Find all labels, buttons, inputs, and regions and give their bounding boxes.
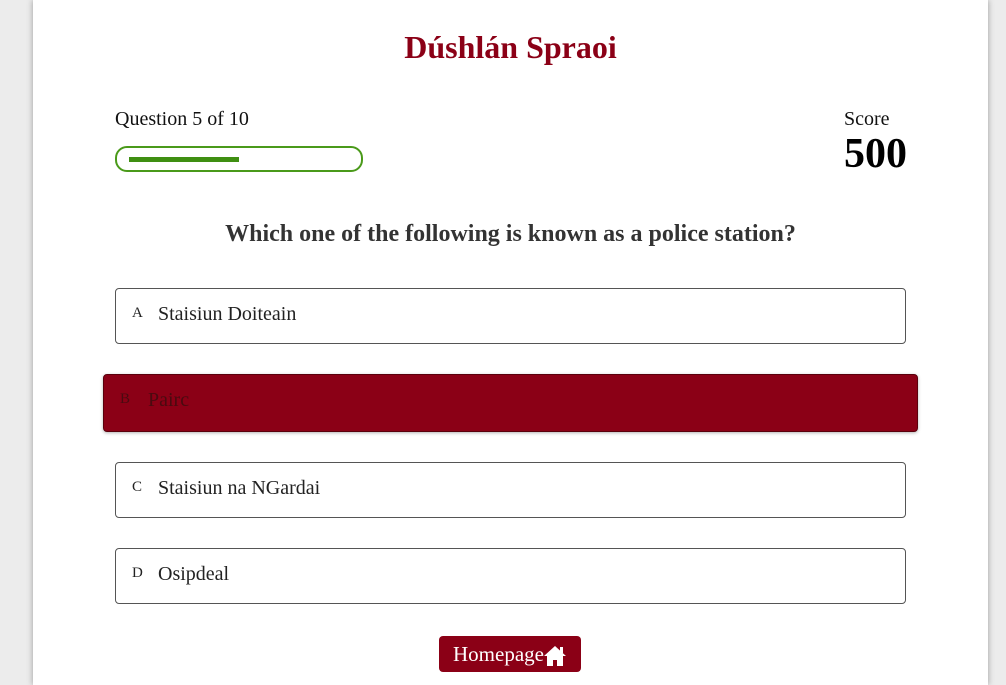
home-icon (543, 642, 567, 666)
option-letter: B (120, 391, 131, 407)
answer-option-b[interactable]: B Pairc (103, 374, 918, 432)
option-text: Staisiun na NGardai (158, 477, 321, 499)
progress-bar-fill (129, 157, 239, 162)
question-counter: Question 5 of 10 (115, 108, 249, 130)
answer-option-c[interactable]: C Staisiun na NGardai (115, 462, 906, 518)
option-letter: C (132, 479, 143, 495)
score-value: 500 (844, 131, 907, 177)
homepage-button[interactable]: Homepage (439, 636, 581, 672)
option-text: Osipdeal (158, 563, 230, 585)
homepage-button-label: Homepage (453, 642, 544, 666)
progress-bar (115, 146, 363, 172)
option-text: Staisiun Doiteain (158, 303, 297, 325)
option-letter: D (132, 565, 143, 581)
page-title: Dúshlán Spraoi (404, 29, 617, 65)
score-label: Score (844, 108, 890, 130)
answer-option-a[interactable]: A Staisiun Doiteain (115, 288, 906, 344)
option-text: Pairc (148, 389, 190, 411)
answer-option-d[interactable]: D Osipdeal (115, 548, 906, 604)
quiz-card: Dúshlán Spraoi Question 5 of 10 Score 50… (33, 0, 988, 685)
question-text: Which one of the following is known as a… (225, 221, 796, 247)
option-letter: A (132, 305, 143, 321)
